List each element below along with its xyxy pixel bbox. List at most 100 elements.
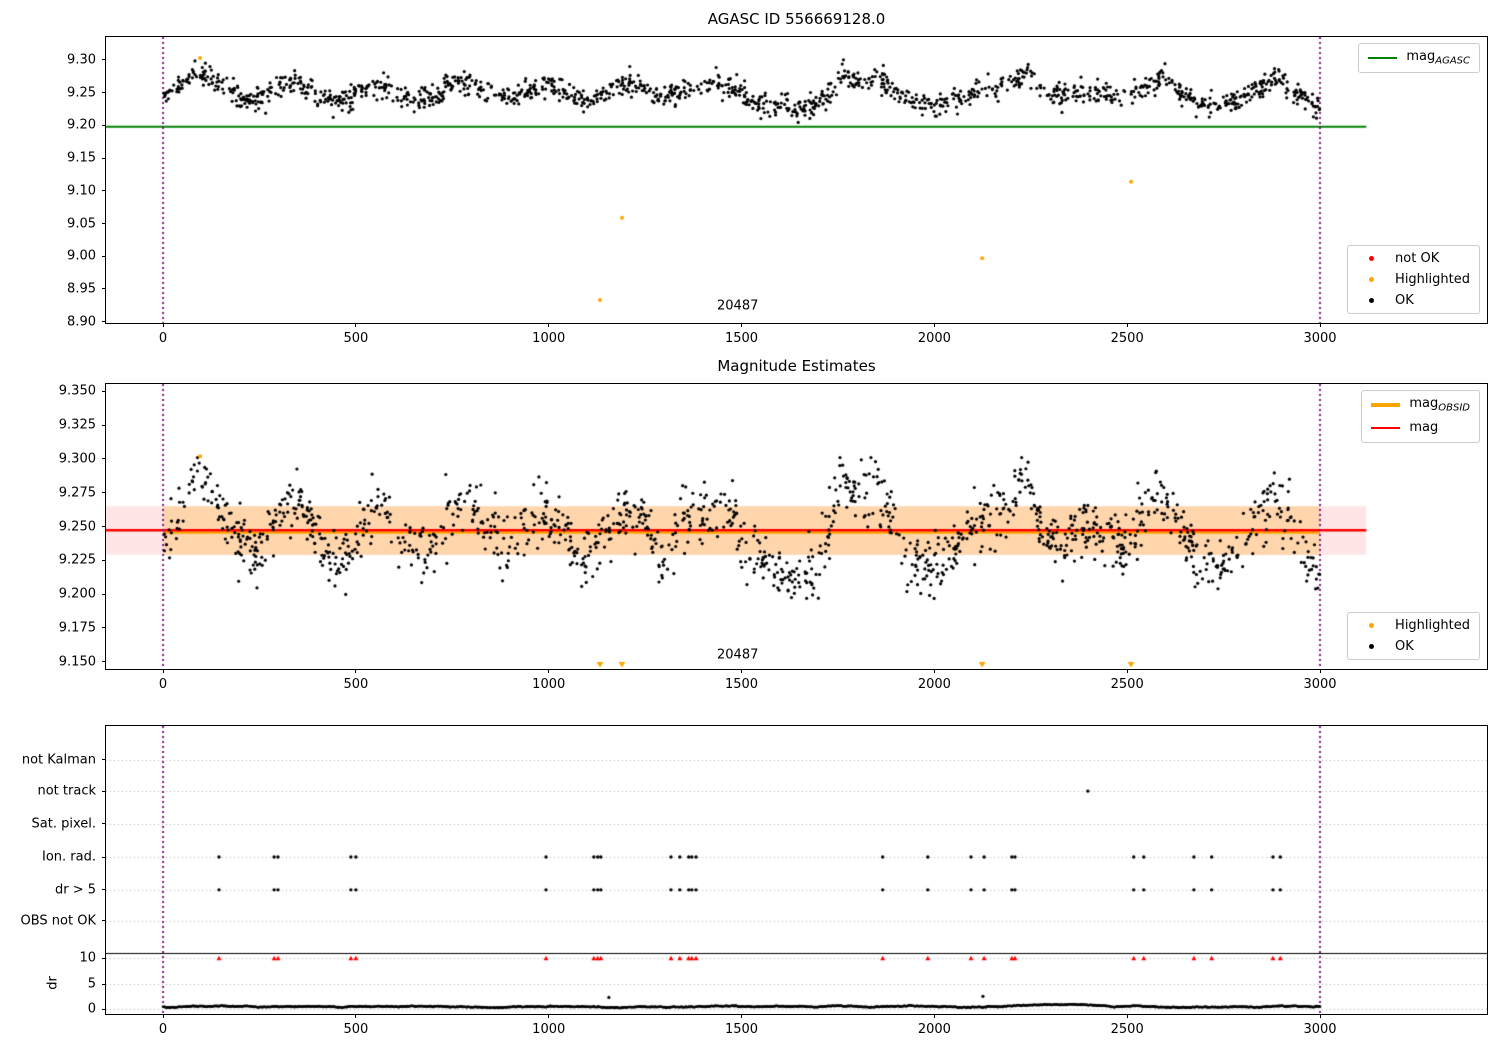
x-tick-mark (1126, 669, 1128, 673)
legend-item-ok: OK (1357, 293, 1470, 308)
y-tick-mark (102, 390, 106, 392)
x-tick-label: 1000 (532, 677, 566, 692)
plot-flags-dr: dr 0 500 1000 1500 2000 2500 3000 not Kalman not… (21, 725, 1488, 1037)
y-tick-mark (102, 59, 106, 61)
plot-title-middle: Magnitude Estimates (717, 357, 876, 375)
figure: AGASC ID 556669128.0 magAGASC not OK Hig… (0, 0, 1500, 1050)
black-dot-swatch (1369, 298, 1375, 303)
y-tick-mark (102, 627, 106, 629)
y-tick-mark (102, 856, 106, 858)
legend-label: OK (1395, 293, 1414, 308)
x-tick-mark (548, 1014, 550, 1018)
y-tick-label: 9.200 (58, 586, 96, 602)
y-tick-mark (102, 288, 106, 290)
y-tick-label: 9.25 (67, 85, 96, 101)
legend-label: magOBSID (1409, 396, 1470, 414)
legend-mag-agasc: magAGASC (1358, 43, 1480, 73)
x-tick-mark (741, 1014, 743, 1018)
y-tick-mark (102, 661, 106, 663)
obsid-annotation-middle: 20487 (717, 647, 759, 663)
x-tick-label: 1500 (724, 1022, 759, 1037)
y-tick-mark (102, 190, 106, 192)
x-tick-label: 2000 (917, 677, 951, 692)
y-tick-label: 8.95 (67, 281, 96, 297)
flag-row-label: Sat. pixel. (31, 816, 96, 832)
y-tick-mark (102, 492, 106, 494)
dr-tick-label: 0 (87, 1001, 96, 1017)
legend-mag-lines: magOBSID mag (1361, 390, 1480, 444)
x-tick-label: 3000 (1303, 331, 1337, 346)
legend-item-not-ok: not OK (1357, 251, 1470, 266)
x-tick-label: 1500 (724, 677, 759, 692)
x-tick-mark (355, 669, 357, 673)
y-tick-mark (102, 920, 106, 922)
x-tick-label: 0 (158, 677, 168, 692)
y-tick-mark (102, 983, 106, 985)
legend-item-mag: mag (1371, 420, 1470, 438)
flags-dr-canvas (106, 726, 1487, 1014)
y-tick-mark (102, 593, 106, 595)
plot-title-top: AGASC ID 556669128.0 (707, 10, 886, 28)
y-tick-mark (102, 458, 106, 460)
x-tick-label: 1000 (532, 331, 566, 346)
x-tick-mark (1126, 1014, 1128, 1018)
y-tick-label: 9.300 (58, 451, 96, 467)
x-tick-label: 3000 (1303, 1022, 1337, 1037)
x-tick-label: 500 (343, 331, 369, 346)
x-tick-label: 2500 (1110, 677, 1144, 692)
x-tick-mark (1319, 1014, 1321, 1018)
orange-dot-swatch (1369, 277, 1375, 282)
x-tick-label: 1000 (532, 1022, 566, 1037)
plot-magnitude-estimates: Magnitude Estimates magOBSID mag Highlig… (59, 357, 1488, 692)
y-tick-mark (102, 92, 106, 94)
x-tick-label: 1500 (724, 331, 759, 346)
y-tick-label: 9.225 (58, 552, 96, 568)
agasc-mag-canvas (106, 37, 1487, 323)
x-tick-mark (1319, 669, 1321, 673)
y-tick-mark (102, 759, 106, 761)
flag-row-label: not track (37, 783, 96, 799)
y-tick-label: 9.30 (67, 52, 96, 68)
y-tick-mark (102, 889, 106, 891)
x-tick-label: 500 (343, 677, 369, 692)
y-tick-mark (102, 790, 106, 792)
x-tick-mark (355, 323, 357, 327)
obsid-annotation-top: 20487 (717, 298, 759, 314)
legend-label: OK (1395, 639, 1414, 654)
flag-row-label: not Kalman (21, 752, 96, 768)
orange-line-swatch (1371, 403, 1401, 407)
x-tick-label: 2500 (1110, 1022, 1144, 1037)
x-tick-mark (162, 1014, 164, 1018)
x-tick-mark (741, 323, 743, 327)
x-tick-mark (548, 323, 550, 327)
y-tick-label: 9.150 (58, 654, 96, 670)
x-tick-mark (741, 669, 743, 673)
red-line-swatch (1371, 427, 1401, 430)
y-tick-label: 9.10 (67, 183, 96, 199)
legend-label: not OK (1395, 251, 1440, 266)
legend-item-ok: OK (1357, 639, 1470, 654)
legend-item-mag-obsid: magOBSID (1371, 396, 1470, 414)
dr-tick-label: 10 (79, 950, 96, 966)
y-tick-mark (102, 321, 106, 323)
y-tick-label: 9.20 (67, 117, 96, 133)
x-tick-mark (548, 669, 550, 673)
y-tick-mark (102, 1008, 106, 1010)
y-tick-mark (102, 223, 106, 225)
green-line-swatch (1368, 56, 1398, 59)
x-tick-label: 2500 (1110, 331, 1144, 346)
y-tick-mark (102, 255, 106, 257)
y-tick-mark (102, 823, 106, 825)
x-tick-mark (1126, 323, 1128, 327)
black-dot-swatch (1369, 644, 1375, 649)
legend-label: mag (1409, 419, 1439, 435)
x-tick-label: 2000 (917, 1022, 951, 1037)
y-tick-label: 8.90 (67, 314, 96, 330)
x-tick-mark (162, 323, 164, 327)
x-tick-label: 500 (343, 1022, 369, 1037)
magnitude-estimates-canvas (106, 384, 1487, 669)
y-tick-label: 9.250 (58, 519, 96, 534)
legend-point-types-top: not OK Highlighted OK (1347, 245, 1480, 314)
x-tick-label: 3000 (1303, 677, 1337, 692)
y-tick-label: 9.05 (67, 216, 96, 232)
